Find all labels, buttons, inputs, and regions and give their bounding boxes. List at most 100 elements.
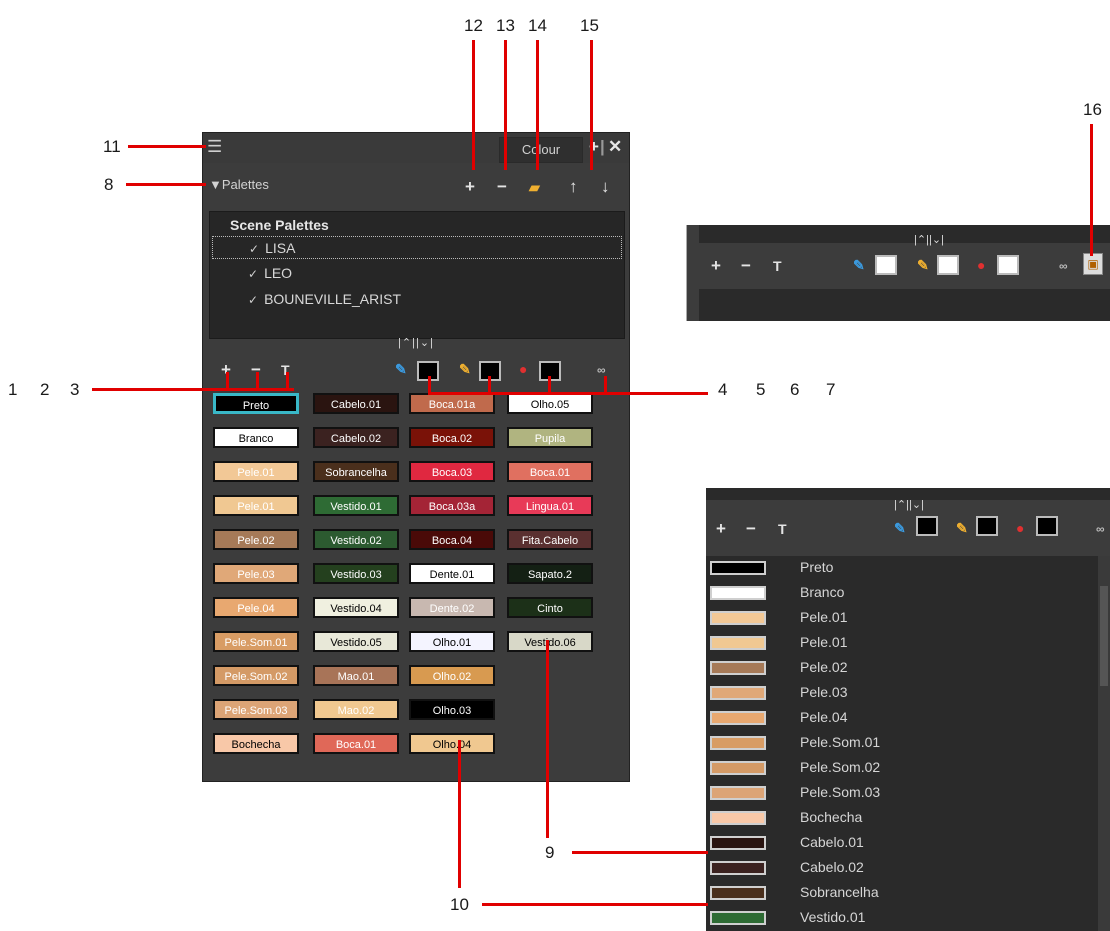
palettes-section-header[interactable]: ▼Palettes (209, 177, 269, 192)
colour-swatch[interactable]: Pele.Som.03 (213, 699, 299, 720)
colour-swatch[interactable]: Cinto (507, 597, 593, 618)
list-item[interactable]: Pele.Som.02 (706, 756, 1098, 781)
list-item[interactable]: Vestido.01 (706, 906, 1098, 931)
colour-swatch[interactable]: Pele.01 (213, 461, 299, 482)
remove-colour-icon[interactable]: − (741, 257, 751, 274)
add-colour-icon[interactable]: + (716, 520, 726, 537)
link-icon[interactable]: ∞ (1096, 521, 1105, 538)
arrow-up-icon[interactable]: ↑ (569, 178, 578, 195)
colour-swatch[interactable]: Vestido.01 (313, 495, 399, 516)
pencil-colour-box[interactable] (976, 516, 998, 536)
colour-swatch[interactable]: Boca.03a (409, 495, 495, 516)
paint-icon[interactable]: ● (977, 257, 985, 274)
list-item[interactable]: Pele.04 (706, 706, 1098, 731)
remove-palette-icon[interactable]: − (497, 178, 507, 195)
palette-item-leo[interactable]: ✓ LEO (212, 262, 622, 285)
paint-icon[interactable]: ● (1016, 520, 1024, 537)
list-item-label: Pele.02 (800, 659, 848, 675)
palette-item-bouneville[interactable]: ✓ BOUNEVILLE_ARIST (212, 288, 622, 311)
callout-7: 7 (826, 380, 836, 399)
colour-swatch[interactable]: Mao.01 (313, 665, 399, 686)
colour-swatch[interactable]: Lingua.01 (507, 495, 593, 516)
list-item[interactable]: Bochecha (706, 806, 1098, 831)
add-colour-icon[interactable]: + (711, 257, 721, 274)
brush-colour-box[interactable] (875, 255, 897, 275)
folder-icon[interactable]: ▰ (529, 179, 540, 196)
colour-swatch[interactable]: Cabelo.02 (313, 427, 399, 448)
swatch-mode-toggle-icon[interactable]: ▣ (1083, 253, 1103, 275)
pencil-colour-box[interactable] (937, 255, 959, 275)
pencil-icon[interactable]: ✎ (956, 520, 968, 537)
colour-swatch[interactable]: Pele.01 (213, 495, 299, 516)
splitter-handle[interactable]: |⌃||⌄| (899, 233, 959, 246)
list-item[interactable]: Pele.01 (706, 606, 1098, 631)
colour-swatch[interactable]: Boca.03 (409, 461, 495, 482)
colour-swatch[interactable]: Pele.02 (213, 529, 299, 550)
list-item[interactable]: Sobrancelha (706, 881, 1098, 906)
splitter-handle[interactable]: |⌃||⌄| (381, 337, 451, 349)
colour-swatch[interactable]: Vestido.05 (313, 631, 399, 652)
list-item[interactable]: Pele.02 (706, 656, 1098, 681)
list-item[interactable]: Pele.Som.01 (706, 731, 1098, 756)
brush-icon[interactable]: ✎ (894, 520, 906, 537)
colour-swatch[interactable]: Vestido.06 (507, 631, 593, 652)
rename-icon[interactable]: T (778, 521, 787, 538)
colour-swatch[interactable]: Vestido.04 (313, 597, 399, 618)
brush-icon[interactable]: ✎ (853, 257, 865, 274)
pencil-icon[interactable]: ✎ (917, 257, 929, 274)
list-item[interactable]: Pele.01 (706, 631, 1098, 656)
colour-swatch[interactable]: Vestido.03 (313, 563, 399, 584)
colour-swatch[interactable]: Boca.04 (409, 529, 495, 550)
palette-item-lisa[interactable]: ✓ LISA (212, 236, 622, 259)
colour-swatch[interactable]: Dente.01 (409, 563, 495, 584)
colour-swatch[interactable]: Sobrancelha (313, 461, 399, 482)
pencil-icon[interactable]: ✎ (459, 361, 471, 378)
list-item[interactable]: Cabelo.01 (706, 831, 1098, 856)
colour-swatch[interactable]: Olho.01 (409, 631, 495, 652)
colour-swatch[interactable]: Pele.03 (213, 563, 299, 584)
list-item[interactable]: Branco (706, 581, 1098, 606)
colour-swatch[interactable]: Boca.01 (313, 733, 399, 754)
colour-swatch[interactable]: Dente.02 (409, 597, 495, 618)
collapse-triangle-icon[interactable]: ▼ (209, 177, 222, 192)
colour-swatch[interactable]: Preto (213, 393, 299, 414)
colour-swatch[interactable]: Sapato.2 (507, 563, 593, 584)
colour-swatch[interactable]: Pele.Som.01 (213, 631, 299, 652)
colour-swatch[interactable]: Pele.04 (213, 597, 299, 618)
close-icon[interactable]: ✕ (608, 138, 622, 155)
colour-swatch[interactable]: Olho.05 (507, 393, 593, 414)
colour-swatch[interactable]: Bochecha (213, 733, 299, 754)
add-palette-icon[interactable]: + (465, 178, 475, 195)
colour-swatch[interactable]: Vestido.02 (313, 529, 399, 550)
brush-icon[interactable]: ✎ (395, 361, 407, 378)
list-item[interactable]: Preto (706, 556, 1098, 581)
colour-swatch[interactable]: Olho.02 (409, 665, 495, 686)
colour-swatch[interactable]: Pele.Som.02 (213, 665, 299, 686)
menu-icon[interactable]: ☰ (207, 138, 222, 155)
rename-icon[interactable]: T (773, 258, 782, 275)
colour-swatch[interactable]: Boca.01a (409, 393, 495, 414)
brush-colour-box[interactable] (916, 516, 938, 536)
colour-swatch[interactable]: Olho.04 (409, 733, 495, 754)
arrow-down-icon[interactable]: ↓ (601, 178, 610, 195)
colour-swatch[interactable]: Cabelo.01 (313, 393, 399, 414)
paint-colour-box[interactable] (997, 255, 1019, 275)
colour-swatch[interactable]: Branco (213, 427, 299, 448)
list-item[interactable]: Pele.Som.03 (706, 781, 1098, 806)
splitter-handle[interactable]: |⌃||⌄| (874, 498, 944, 511)
remove-colour-icon[interactable]: − (746, 520, 756, 537)
scrollbar[interactable] (1098, 556, 1110, 931)
list-item[interactable]: Cabelo.02 (706, 856, 1098, 881)
link-icon[interactable]: ∞ (1059, 258, 1068, 275)
colour-swatch[interactable]: Boca.01 (507, 461, 593, 482)
tab-colour[interactable]: Colour (499, 137, 583, 163)
colour-swatch[interactable]: Mao.02 (313, 699, 399, 720)
list-item[interactable]: Pele.03 (706, 681, 1098, 706)
colour-swatch[interactable]: Olho.03 (409, 699, 495, 720)
scroll-thumb[interactable] (1100, 586, 1108, 686)
colour-swatch[interactable]: Fita.Cabelo (507, 529, 593, 550)
colour-swatch[interactable]: Pupila (507, 427, 593, 448)
colour-swatch[interactable]: Boca.02 (409, 427, 495, 448)
paint-colour-box[interactable] (1036, 516, 1058, 536)
paint-icon[interactable]: ● (519, 361, 527, 378)
